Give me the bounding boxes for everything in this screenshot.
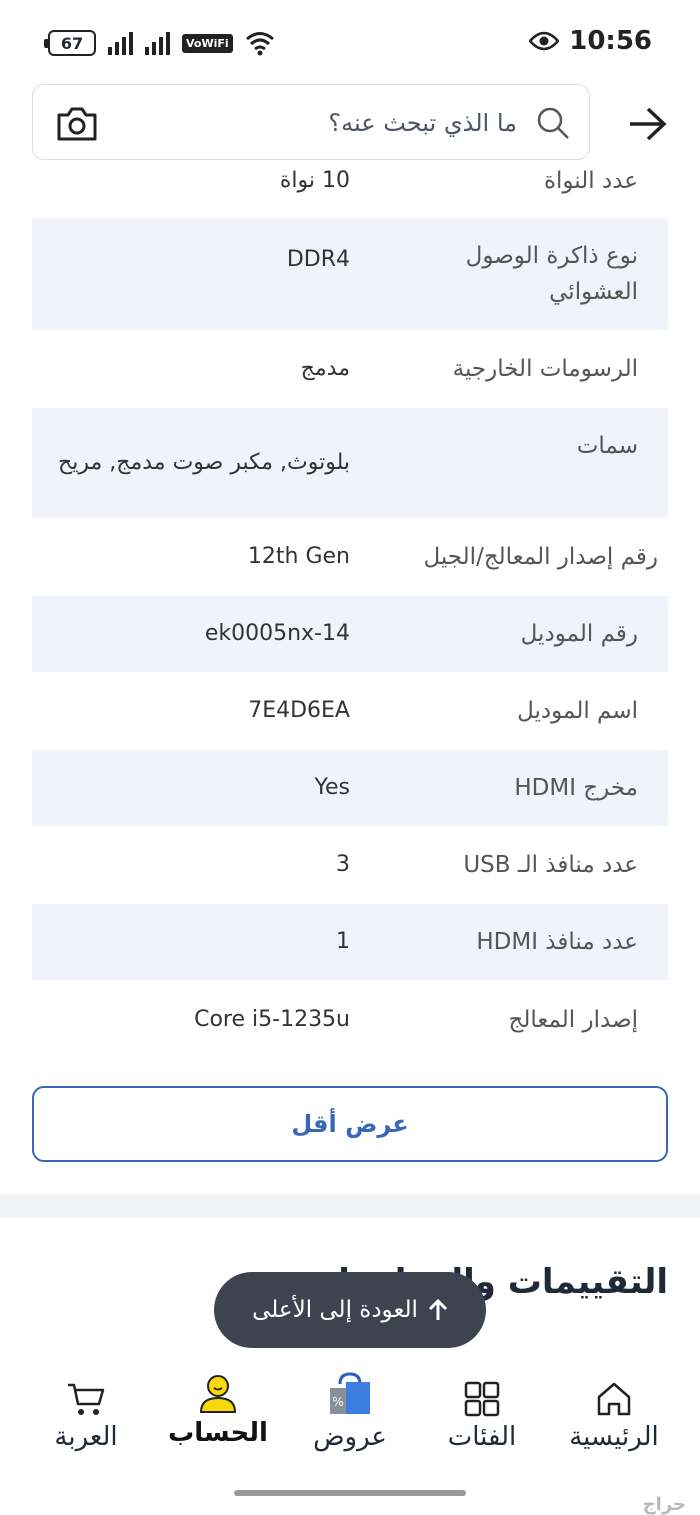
status-icons-left: 67 VoWiFi: [44, 30, 275, 56]
spec-row: مخرج HDMI Yes: [32, 750, 668, 826]
nav-categories-label: الفئات: [447, 1422, 517, 1452]
spec-label: مخرج HDMI: [514, 775, 638, 801]
battery-icon: 67: [44, 30, 96, 56]
signal-icon: [108, 31, 133, 55]
eye-icon: [529, 31, 560, 51]
spec-row: عدد منافذ HDMI 1: [32, 904, 668, 980]
nav-home[interactable]: الرئيسية: [548, 1364, 680, 1474]
watermark: حراج: [642, 1494, 686, 1515]
status-bar: 67 VoWiFi 10:56: [0, 0, 700, 86]
nav-categories[interactable]: الفئات: [416, 1364, 548, 1474]
spec-row: رقم إصدار المعالج/الجيل 12th Gen: [32, 518, 668, 596]
search-input[interactable]: ما الذي تبحث عنه؟: [32, 84, 590, 160]
spec-value: 14-ek0005nx: [204, 621, 350, 646]
nav-home-label: الرئيسية: [569, 1422, 659, 1452]
spec-row: نوع ذاكرة الوصول العشوائي DDR4: [32, 218, 668, 330]
clock: 10:56: [569, 26, 652, 56]
spec-label: سمات: [576, 433, 638, 459]
spec-label: عدد منافذ الـ USB: [463, 852, 638, 878]
nav-cart[interactable]: العربة: [20, 1364, 152, 1474]
svg-text:%: %: [332, 1395, 343, 1409]
nav-cart-label: العربة: [54, 1422, 118, 1452]
spec-row: اسم الموديل 7E4D6EA: [32, 672, 668, 750]
section-divider: [0, 1194, 700, 1218]
grid-icon: [464, 1381, 500, 1417]
spec-row: سمات بلوتوث, مكبر صوت مدمج, مريح: [32, 408, 668, 518]
header: ما الذي تبحث عنه؟: [0, 84, 700, 170]
wifi-icon: [245, 32, 274, 56]
spec-value: 1: [336, 929, 350, 954]
spec-label: اسم الموديل: [517, 698, 638, 724]
cart-icon: [68, 1383, 105, 1415]
shopping-bag-icon: %: [330, 1372, 370, 1414]
nav-offers-label: عروض: [313, 1422, 387, 1452]
spec-label: عدد منافذ HDMI: [476, 929, 638, 955]
back-to-top-button[interactable]: العودة إلى الأعلى: [214, 1272, 486, 1348]
spec-value: Yes: [314, 775, 350, 800]
nav-account[interactable]: الحساب: [152, 1364, 284, 1474]
nav-offers[interactable]: % عروض: [284, 1364, 416, 1474]
status-icons-right: 10:56: [529, 26, 652, 56]
home-indicator[interactable]: [234, 1490, 466, 1496]
spec-label: رقم إصدار المعالج/الجيل: [423, 544, 658, 570]
back-to-top-label: العودة إلى الأعلى: [252, 1297, 418, 1323]
spec-value: مدمج: [300, 356, 350, 381]
spec-value: 12th Gen: [247, 544, 350, 569]
spec-label: الرسومات الخارجية: [452, 356, 638, 382]
search-icon: [537, 107, 569, 139]
spec-value: 3: [336, 852, 350, 877]
spec-label: نوع ذاكرة الوصول العشوائي: [465, 243, 638, 305]
spec-row: الرسومات الخارجية مدمج: [32, 330, 668, 408]
spec-label: إصدار المعالج: [508, 1007, 638, 1033]
spec-label: رقم الموديل: [520, 621, 638, 647]
spec-value: Core i5-1235u: [194, 1007, 350, 1032]
battery-level: 67: [60, 33, 84, 53]
arrow-up-icon: [428, 1298, 447, 1320]
back-arrow-icon[interactable]: [628, 106, 668, 142]
home-icon: [597, 1382, 631, 1416]
vowifi-badge: VoWiFi: [182, 33, 233, 53]
specs-table: عدد النواة 10 نواة نوع ذاكرة الوصول العش…: [32, 144, 668, 1060]
spec-value: DDR4: [286, 247, 350, 272]
spec-value: 7E4D6EA: [248, 698, 350, 723]
nav-account-label: الحساب: [168, 1418, 268, 1448]
camera-icon[interactable]: [55, 105, 99, 143]
spec-row: عدد منافذ الـ USB 3: [32, 826, 668, 904]
avatar-icon: [199, 1375, 237, 1413]
spec-row: رقم الموديل 14-ek0005nx: [32, 596, 668, 672]
spec-row: إصدار المعالج Core i5-1235u: [32, 980, 668, 1060]
search-placeholder: ما الذي تبحث عنه؟: [328, 109, 517, 137]
spec-value: بلوتوث, مكبر صوت مدمج, مريح: [58, 450, 350, 475]
bottom-nav: الرئيسية الفئات % عروض الحساب العربة: [0, 1364, 700, 1474]
signal-2-icon: [145, 31, 170, 55]
show-less-button[interactable]: عرض أقل: [32, 1086, 668, 1162]
